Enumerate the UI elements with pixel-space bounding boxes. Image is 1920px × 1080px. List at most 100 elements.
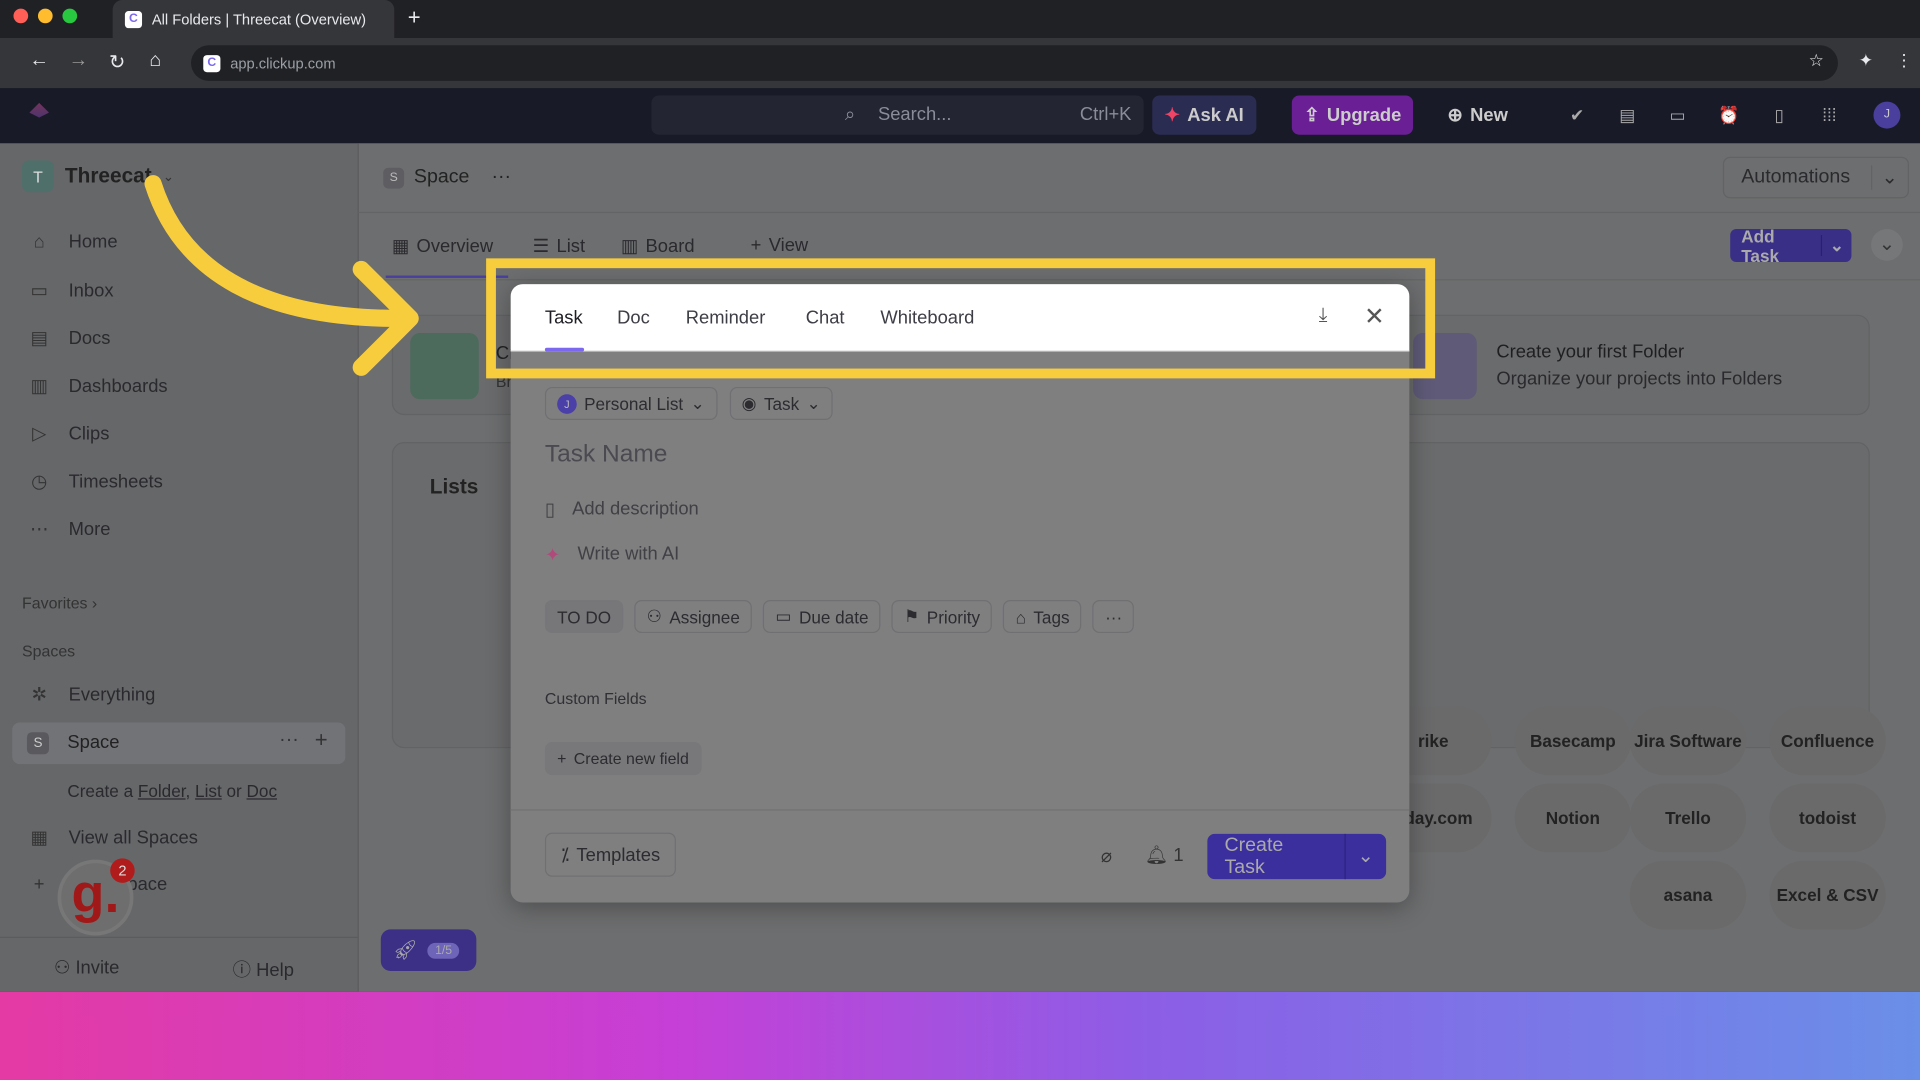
document-icon: ▯ <box>544 499 556 521</box>
task-type-selector[interactable]: ◉ Task ⌄ <box>729 386 834 421</box>
tags-button[interactable]: ⌂ Tags <box>1003 600 1082 634</box>
clickup-logo-icon[interactable] <box>29 102 49 118</box>
description-input[interactable]: ▯ Add description <box>545 498 699 520</box>
onboarding-progress-button[interactable]: 🚀︎ 1/5 <box>380 929 477 972</box>
upgrade-icon: ⇪ <box>1304 105 1320 127</box>
site-icon: C <box>203 54 221 72</box>
bookmark-star-icon[interactable]: ☆ <box>1809 50 1824 71</box>
create-task-button[interactable]: Create Task ⌄ <box>1207 833 1387 880</box>
search-input[interactable]: ⌕ Search... Ctrl+K <box>651 95 1144 135</box>
collapse-button[interactable]: ⌄ <box>1871 228 1903 261</box>
check-circle-icon[interactable]: ✔ <box>1567 105 1587 125</box>
divider <box>0 936 358 938</box>
create-field-button[interactable]: + Create new field <box>544 742 702 776</box>
maximize-window-button[interactable] <box>62 8 78 24</box>
ask-ai-button[interactable]: ✦ Ask AI <box>1152 95 1256 135</box>
list-link[interactable]: List <box>195 781 222 801</box>
apps-grid-icon[interactable]: ⁞⁞⁞ <box>1820 105 1840 125</box>
sidebar-item-home[interactable]: ⌂ Home <box>27 231 118 252</box>
chevron-down-icon: ⌄ <box>1343 833 1386 880</box>
invite-button[interactable]: ⚇ Invite <box>54 956 119 979</box>
tab-doc[interactable]: Doc <box>617 307 650 328</box>
integration-logo[interactable]: Trello <box>1629 783 1747 853</box>
write-with-ai-button[interactable]: ✦ Write with AI <box>545 544 679 566</box>
home-icon[interactable]: ⌂ <box>149 50 161 72</box>
extensions-icon[interactable]: ✦ <box>1859 50 1873 71</box>
alarm-icon[interactable]: ⏰ <box>1718 105 1739 125</box>
chevron-down-icon: ⌄ <box>806 393 821 413</box>
integration-logo[interactable]: Confluence <box>1769 706 1886 776</box>
plus-icon: + <box>33 874 45 896</box>
folder-link[interactable]: Folder <box>138 781 186 801</box>
new-button[interactable]: ⊕ New <box>1435 96 1520 135</box>
back-icon[interactable]: ← <box>29 50 49 72</box>
avatar[interactable]: J <box>1873 101 1901 129</box>
sidebar-item-everything[interactable]: ✲ Everything <box>27 683 155 705</box>
create-folder-card[interactable]: Create your first Folder Organize your p… <box>1397 314 1870 416</box>
tab-task[interactable]: Task <box>545 307 583 328</box>
notepad-icon[interactable]: ▤ <box>1618 105 1638 125</box>
close-icon[interactable]: ✕ <box>1364 301 1385 332</box>
add-view-button[interactable]: + View <box>751 235 809 256</box>
new-tab-button[interactable]: + <box>408 5 421 31</box>
minimize-icon[interactable]: ⤓ <box>1319 305 1328 327</box>
minimize-window-button[interactable] <box>37 8 53 24</box>
sidebar-item-timesheets[interactable]: ◷ Timesheets <box>27 470 163 492</box>
add-task-button[interactable]: Add Task ⌄ <box>1730 226 1852 265</box>
browser-menu-icon[interactable]: ⋮ <box>1896 50 1913 71</box>
priority-button[interactable]: ⚑ Priority <box>891 600 993 634</box>
favorites-heading[interactable]: Favorites › <box>22 594 97 612</box>
inbox-icon: ▭ <box>30 280 48 302</box>
sidebar-item-view-all-spaces[interactable]: ▦ View all Spaces <box>27 827 197 849</box>
more-options-button[interactable]: ··· <box>1092 600 1135 634</box>
notification-badge: 2 <box>110 858 135 883</box>
attachment-icon[interactable]: ⌀ <box>1101 845 1112 867</box>
tab-chat[interactable]: Chat <box>806 307 845 328</box>
doc-link[interactable]: Doc <box>247 781 277 801</box>
tab-reminder[interactable]: Reminder <box>686 307 766 328</box>
grid-icon: ▦ <box>30 827 48 849</box>
board-icon: ▥ <box>620 236 639 258</box>
space-more-icon[interactable]: ··· <box>279 730 299 752</box>
forward-icon[interactable]: → <box>69 50 89 72</box>
clickup-favicon-icon: C <box>124 10 143 28</box>
sidebar-item-space[interactable]: S Space ··· + <box>12 722 346 765</box>
due-date-button[interactable]: ▭ Due date <box>763 600 881 634</box>
sidebar-item-clips[interactable]: ▷ Clips <box>27 422 109 444</box>
sidebar-item-inbox[interactable]: ▭ Inbox <box>27 279 113 302</box>
templates-button[interactable]: ⁒ Templates <box>544 832 677 877</box>
browser-tab[interactable]: C All Folders | Threecat (Overview) <box>112 0 395 38</box>
docs-icon: ▤ <box>30 328 48 349</box>
sidebar-item-docs[interactable]: ▤ Docs <box>27 327 110 349</box>
integration-logo[interactable]: todoist <box>1769 783 1886 853</box>
help-button[interactable]: ⓘ Help <box>233 956 294 982</box>
doc-icon[interactable]: ▯ <box>1769 105 1789 125</box>
list-selector[interactable]: J Personal List ⌄ <box>544 386 718 421</box>
url-input[interactable]: Capp.clickup.com <box>191 45 1838 81</box>
chevron-down-icon: ⌄ <box>1821 235 1851 256</box>
more-icon: ⋯ <box>30 519 49 541</box>
task-name-input[interactable]: Task Name <box>545 441 667 469</box>
more-icon: ··· <box>1105 606 1123 627</box>
list-icon: ☰ <box>532 236 550 258</box>
custom-fields-heading: Custom Fields <box>544 689 647 708</box>
automations-button[interactable]: Automations ⌄ <box>1722 156 1909 199</box>
upgrade-button[interactable]: ⇪ Upgrade <box>1291 95 1414 135</box>
add-icon[interactable]: + <box>315 727 328 753</box>
integration-logo[interactable]: Notion <box>1514 783 1632 853</box>
sidebar-item-more[interactable]: ⋯ More <box>27 518 110 540</box>
tab-whiteboard[interactable]: Whiteboard <box>880 307 974 328</box>
reload-icon[interactable]: ↻ <box>109 50 125 74</box>
integration-logo[interactable]: asana <box>1629 860 1747 930</box>
assignee-button[interactable]: ⚇ Assignee <box>634 600 753 634</box>
video-icon[interactable]: ▭ <box>1668 105 1688 125</box>
tab-board[interactable]: ▥ Board <box>621 235 695 257</box>
close-window-button[interactable] <box>13 8 29 24</box>
notify-button[interactable]: 🔔︎ 1 <box>1145 844 1184 866</box>
gradient-footer <box>0 991 1920 1080</box>
integration-logo[interactable]: Jira Software <box>1629 706 1747 776</box>
status-button[interactable]: TO DO <box>544 600 624 634</box>
integration-logo[interactable]: Basecamp <box>1514 706 1632 776</box>
integration-logo[interactable]: Excel & CSV <box>1769 860 1886 930</box>
tab-list[interactable]: ☰ List <box>533 235 585 257</box>
